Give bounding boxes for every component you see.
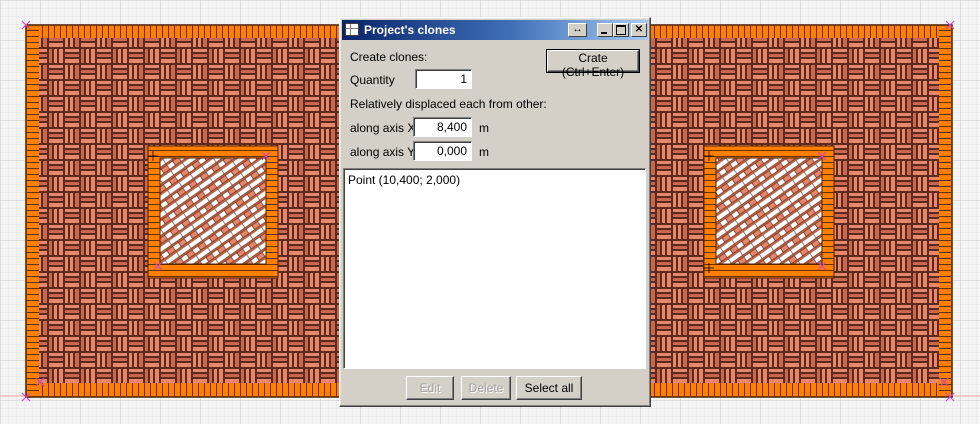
list-item[interactable]: Point (10,400; 2,000)	[348, 173, 460, 187]
maximize-icon	[616, 25, 626, 35]
edit-button[interactable]: Edit	[406, 376, 454, 400]
clones-dialog: Project's clones ↔ ✕ Create clones: Crat…	[339, 17, 651, 407]
axis-x-input[interactable]: 8,400	[413, 117, 472, 137]
axis-y-label: along axis Y	[350, 145, 416, 159]
axis-x-unit: m	[479, 121, 489, 135]
delete-button[interactable]: Delete	[461, 376, 511, 400]
wall-border-right	[939, 26, 951, 396]
points-list[interactable]: Point (10,400; 2,000)	[343, 168, 646, 369]
dialog-title: Project's clones	[364, 23, 456, 37]
window-opening-right	[703, 145, 835, 279]
window-opening-left	[147, 145, 279, 279]
axis-y-input[interactable]: 0,000	[413, 141, 472, 161]
create-button[interactable]: Crate (Ctrl+Enter)	[546, 49, 640, 79]
displaced-label: Relatively displaced each from other:	[350, 97, 547, 111]
minimize-icon	[601, 32, 607, 34]
close-icon: ✕	[634, 24, 644, 35]
wall-border-left	[27, 26, 39, 396]
create-clones-label: Create clones:	[350, 50, 428, 64]
axis-x-label: along axis X	[350, 121, 416, 135]
quantity-input[interactable]: 1	[415, 69, 472, 89]
select-all-button[interactable]: Select all	[516, 376, 582, 400]
dialog-titlebar[interactable]: Project's clones ↔ ✕	[342, 20, 648, 40]
app-icon	[345, 23, 359, 36]
axis-y-unit: m	[479, 145, 489, 159]
swap-icon[interactable]: ↔	[568, 23, 587, 37]
maximize-button[interactable]	[613, 23, 629, 37]
close-button[interactable]: ✕	[631, 23, 647, 37]
quantity-label: Quantity	[350, 73, 395, 87]
minimize-button[interactable]	[597, 23, 613, 37]
